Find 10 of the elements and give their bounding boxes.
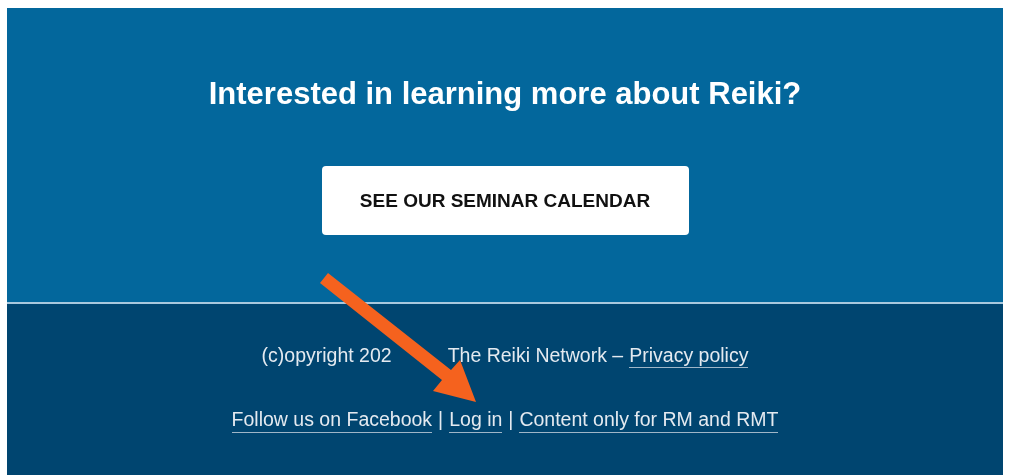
- copyright-text: The Reiki Network –: [447, 344, 624, 368]
- separator: |: [438, 408, 444, 433]
- footer-link[interactable]: Content only for RM and RMT: [519, 408, 779, 433]
- copyright-text: (c)opyright 202: [261, 344, 392, 368]
- privacy-link[interactable]: Privacy policy: [629, 344, 749, 369]
- separator: |: [508, 408, 514, 433]
- seminar-calendar-button[interactable]: SEE OUR SEMINAR CALENDAR: [321, 166, 689, 235]
- banner-heading: Interested in learning more about Reiki?: [208, 76, 802, 112]
- footer-link[interactable]: Log in: [449, 408, 503, 433]
- footer-link[interactable]: Follow us on Facebook: [231, 408, 433, 433]
